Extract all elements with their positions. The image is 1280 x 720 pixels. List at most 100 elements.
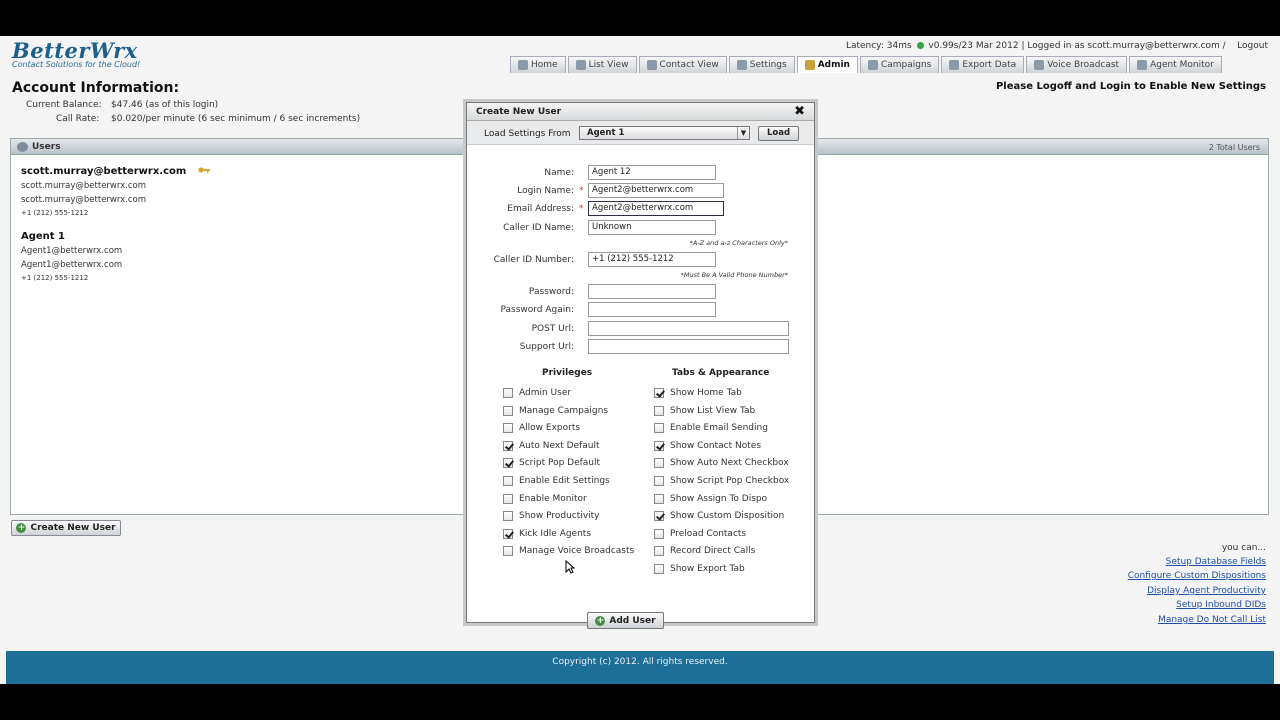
email-field[interactable]: Agent2@betterwrx.com bbox=[588, 201, 724, 216]
checkbox-checked[interactable] bbox=[654, 388, 664, 398]
checkbox-checked[interactable] bbox=[503, 440, 513, 451]
tab-contact-view[interactable]: Contact View bbox=[638, 56, 727, 73]
session-info: Latency: 34ms v0.99s/23 Mar 2012 | Logge… bbox=[845, 41, 1268, 51]
caller-id-name-field[interactable]: Unknown bbox=[588, 220, 716, 235]
manage-do-not-call-link[interactable]: Manage Do Not Call List bbox=[1158, 615, 1266, 625]
logout-link[interactable]: Logout bbox=[1237, 41, 1268, 51]
checkbox[interactable] bbox=[503, 423, 513, 434]
privilege-checkbox-row[interactable]: Auto Next Default bbox=[503, 440, 599, 451]
user-email: scott.murray@betterwrx.com bbox=[21, 195, 147, 205]
appearance-checkbox-row[interactable]: Show Auto Next Checkbox bbox=[654, 458, 789, 469]
checkbox-checked[interactable] bbox=[654, 440, 664, 451]
tab-export-data[interactable]: Export Data bbox=[941, 56, 1025, 73]
tab-voice-broadcast[interactable]: Voice Broadcast bbox=[1026, 56, 1128, 73]
tab-admin[interactable]: Admin bbox=[796, 56, 858, 73]
create-new-user-button[interactable]: + Create New User bbox=[11, 520, 121, 536]
appearance-checkbox-row[interactable]: Show Script Pop Checkbox bbox=[654, 476, 789, 486]
checkbox[interactable] bbox=[654, 528, 664, 539]
export-icon bbox=[949, 60, 960, 70]
password-again-field[interactable] bbox=[588, 302, 716, 317]
privilege-label: Kick Idle Agents bbox=[519, 528, 592, 539]
gear-icon bbox=[736, 60, 747, 70]
chevron-down-icon[interactable]: ▼ bbox=[737, 127, 749, 139]
checkbox[interactable] bbox=[654, 546, 664, 557]
tab-list-view[interactable]: List View bbox=[567, 56, 637, 73]
logged-in-text: Logged in as scott.murray@betterwrx.com bbox=[1027, 41, 1220, 51]
load-settings-select[interactable]: Agent 1 ▼ bbox=[579, 126, 750, 140]
setup-inbound-dids-link[interactable]: Setup Inbound DIDs bbox=[1176, 600, 1266, 610]
login-name-label: Login Name: bbox=[517, 186, 574, 196]
post-url-field[interactable] bbox=[588, 321, 789, 336]
login-name-field[interactable]: Agent2@betterwrx.com bbox=[588, 183, 724, 198]
key-icon[interactable] bbox=[198, 166, 210, 174]
create-user-dialog: Create New User ✖ Load Settings From Age… bbox=[466, 102, 815, 629]
appearance-checkbox-row[interactable]: Show List View Tab bbox=[654, 405, 755, 416]
password-label: Password: bbox=[528, 287, 574, 297]
checkbox[interactable] bbox=[654, 564, 664, 574]
status-dot-icon bbox=[916, 42, 924, 49]
user-email: Agent1@betterwrx.com bbox=[21, 260, 123, 270]
appearance-checkbox-row[interactable]: Preload Contacts bbox=[654, 528, 746, 539]
load-settings-label: Load Settings From bbox=[484, 129, 571, 139]
name-field[interactable]: Agent 12 bbox=[588, 165, 716, 180]
appearance-checkbox-row[interactable]: Show Export Tab bbox=[654, 564, 745, 574]
logo-tagline: Contact Solutions for the Cloud! bbox=[12, 60, 141, 69]
configure-custom-dispositions-link[interactable]: Configure Custom Dispositions bbox=[1128, 571, 1266, 581]
checkbox-checked[interactable] bbox=[503, 528, 513, 539]
plus-icon: + bbox=[595, 615, 606, 626]
checkbox-checked[interactable] bbox=[503, 458, 513, 469]
add-user-button[interactable]: + Add User bbox=[587, 612, 664, 629]
checkbox-checked[interactable] bbox=[654, 511, 664, 522]
name-label: Name: bbox=[544, 168, 574, 178]
checkbox[interactable] bbox=[654, 405, 664, 416]
checkbox[interactable] bbox=[654, 476, 664, 486]
privilege-label: Enable Edit Settings bbox=[519, 476, 610, 486]
user-name[interactable]: Agent 1 bbox=[21, 231, 122, 242]
caller-id-number-field[interactable]: +1 (212) 555-1212 bbox=[588, 252, 716, 267]
appearance-checkbox-row[interactable]: Show Custom Disposition bbox=[654, 511, 784, 522]
privilege-checkbox-row[interactable]: Kick Idle Agents bbox=[503, 528, 592, 539]
close-icon[interactable]: ✖ bbox=[794, 104, 805, 119]
privilege-checkbox-row[interactable]: Enable Monitor bbox=[503, 493, 587, 504]
tab-agent-monitor[interactable]: Agent Monitor bbox=[1129, 56, 1222, 73]
tab-campaigns[interactable]: Campaigns bbox=[859, 56, 940, 73]
separator: / bbox=[1222, 41, 1226, 51]
user-name[interactable]: scott.murray@betterwrx.com bbox=[21, 166, 210, 177]
appearance-checkbox-row[interactable]: Record Direct Calls bbox=[654, 546, 755, 557]
privilege-checkbox-row[interactable]: Allow Exports bbox=[503, 423, 580, 434]
user-entry[interactable]: Agent 1 Agent1@betterwrx.com Agent1@bett… bbox=[21, 231, 122, 282]
latency-text: Latency: 34ms bbox=[845, 41, 912, 51]
version-text: v0.99s/23 Mar 2012 bbox=[928, 41, 1019, 51]
privilege-checkbox-row[interactable]: Admin User bbox=[503, 388, 571, 398]
checkbox[interactable] bbox=[503, 546, 513, 557]
privilege-checkbox-row[interactable]: Manage Voice Broadcasts bbox=[503, 546, 634, 557]
checkbox[interactable] bbox=[503, 388, 513, 398]
checkbox[interactable] bbox=[654, 458, 664, 469]
checkbox[interactable] bbox=[503, 405, 513, 416]
load-button[interactable]: Load bbox=[758, 126, 799, 141]
password-field[interactable] bbox=[588, 284, 716, 299]
support-url-label: Support Url: bbox=[519, 342, 574, 352]
checkbox[interactable] bbox=[654, 423, 664, 434]
appearance-checkbox-row[interactable]: Enable Email Sending bbox=[654, 423, 768, 434]
support-url-field[interactable] bbox=[588, 339, 789, 354]
tab-settings[interactable]: Settings bbox=[728, 56, 795, 73]
checkbox[interactable] bbox=[503, 493, 513, 504]
privilege-checkbox-row[interactable]: Show Productivity bbox=[503, 511, 600, 522]
privilege-checkbox-row[interactable]: Manage Campaigns bbox=[503, 405, 608, 416]
tab-home[interactable]: Home bbox=[510, 56, 566, 73]
user-entry[interactable]: scott.murray@betterwrx.com scott.murray@… bbox=[21, 166, 210, 217]
checkbox[interactable] bbox=[503, 511, 513, 522]
appearance-checkbox-row[interactable]: Show Assign To Dispo bbox=[654, 493, 767, 504]
checkbox[interactable] bbox=[503, 476, 513, 486]
rate-value: $0.020/per minute (6 sec minimum / 6 sec… bbox=[111, 114, 361, 124]
privilege-checkbox-row[interactable]: Script Pop Default bbox=[503, 458, 600, 469]
appearance-checkbox-row[interactable]: Show Contact Notes bbox=[654, 440, 761, 451]
privilege-checkbox-row[interactable]: Enable Edit Settings bbox=[503, 476, 610, 486]
mouse-cursor-icon bbox=[565, 560, 575, 574]
appearance-checkbox-row[interactable]: Show Home Tab bbox=[654, 388, 742, 398]
display-agent-productivity-link[interactable]: Display Agent Productivity bbox=[1147, 586, 1266, 596]
checkbox[interactable] bbox=[654, 493, 664, 504]
setup-database-fields-link[interactable]: Setup Database Fields bbox=[1166, 557, 1266, 567]
users-icon bbox=[17, 141, 28, 152]
